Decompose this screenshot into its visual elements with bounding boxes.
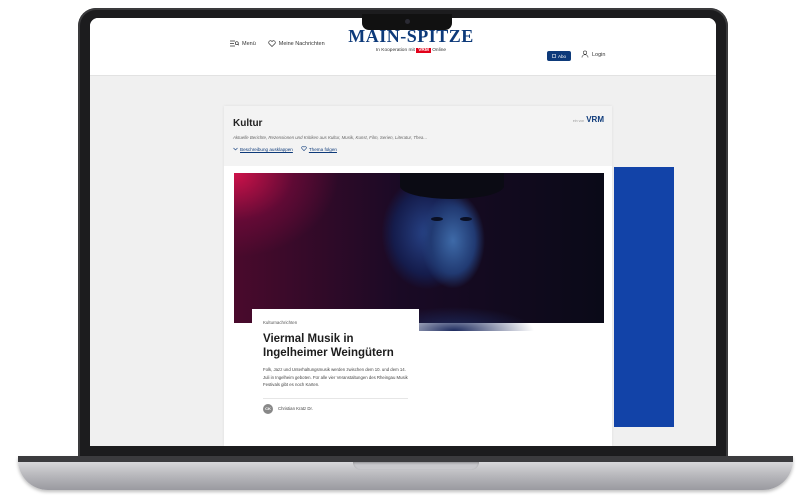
author-name[interactable]: Christian Kratz Dr.: [278, 406, 313, 411]
heart-icon: [301, 146, 307, 152]
vrm-brand-mark: ein von VRM: [573, 115, 604, 124]
header-left: Menü Meine Nachrichten: [230, 40, 331, 47]
logo-subtitle-prefix: In Kooperation mit: [375, 48, 415, 53]
hero-eye-left: [431, 217, 443, 221]
my-news-button[interactable]: Meine Nachrichten: [268, 40, 325, 47]
logo-subtitle: In Kooperation mit VRM Online: [346, 48, 476, 53]
section-card: Kultur ein von VRM Aktuelle Berichte, Rez…: [224, 106, 612, 446]
hero-hair: [400, 173, 504, 199]
section-title: Kultur: [233, 118, 263, 129]
screen: Menü Meine Nachrichten MAIN-SPITZE In Ko…: [90, 18, 716, 446]
chevron-down-icon: [233, 147, 238, 152]
laptop-groove: [353, 462, 479, 470]
menu-label: Menü: [242, 40, 256, 47]
section-actions: Beschreibung ausklappen Thema folgen: [233, 146, 337, 152]
heart-icon: [268, 40, 276, 47]
follow-topic-label: Thema folgen: [308, 146, 337, 152]
brand-mark-prefix: ein von: [572, 119, 585, 123]
logo-subtitle-suffix: Online: [432, 48, 447, 53]
author-line: CK Christian Kratz Dr.: [263, 397, 408, 414]
my-news-label: Meine Nachrichten: [278, 40, 325, 47]
article-kicker: Kulturnachrichten: [263, 320, 298, 325]
expand-description-label: Beschreibung ausklappen: [240, 146, 293, 152]
section-header: Kultur ein von VRM Aktuelle Berichte, Rez…: [224, 106, 612, 166]
site-logo[interactable]: MAIN-SPITZE In Kooperation mit VRM Onlin…: [346, 26, 476, 53]
author-avatar: CK: [263, 403, 273, 414]
abo-icon: [552, 53, 556, 59]
abo-label: Abo: [557, 53, 566, 59]
logo-subtitle-badge: VRM: [416, 48, 431, 53]
camera-icon: [405, 19, 410, 24]
section-description: Aktuelle Berichte, Rezensionen und Kriti…: [233, 135, 428, 140]
login-button[interactable]: Login: [581, 50, 605, 60]
hero-eye-right: [460, 217, 472, 221]
menu-button[interactable]: Menü: [230, 40, 256, 47]
article-hero-image[interactable]: [234, 173, 604, 331]
article-teaser[interactable]: Kulturnachrichten Viermal Musik in Ingel…: [252, 309, 419, 446]
article-summary: Folk, Jazz und Unterhaltungsmusik werden…: [263, 367, 408, 388]
article-headline[interactable]: Viermal Musik in Ingelheimer Weingütern: [263, 332, 408, 360]
menu-search-icon: [230, 40, 239, 47]
expand-description-button[interactable]: Beschreibung ausklappen: [233, 147, 293, 152]
abo-button[interactable]: Abo: [547, 51, 571, 61]
advertisement-banner[interactable]: [614, 167, 674, 427]
user-icon: [581, 50, 589, 60]
brand-mark-text: VRM: [586, 115, 604, 124]
login-label: Login: [592, 52, 606, 58]
follow-topic-button[interactable]: Thema folgen: [301, 146, 337, 152]
camera-notch: [362, 14, 452, 30]
